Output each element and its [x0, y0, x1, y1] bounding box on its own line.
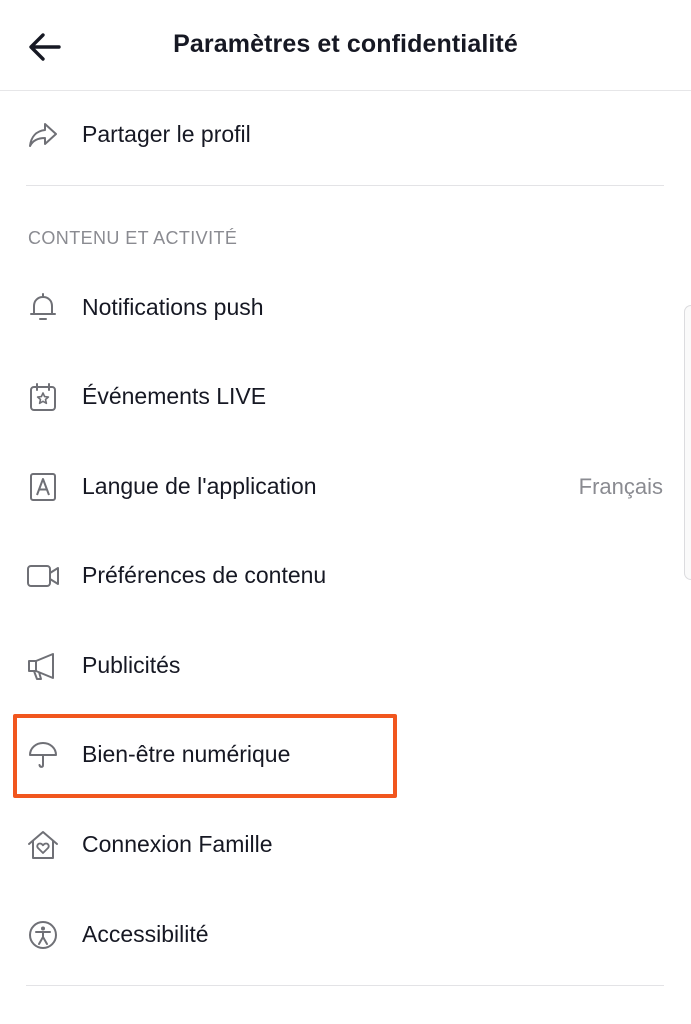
house-heart-icon — [26, 828, 60, 862]
calendar-star-icon — [26, 380, 60, 414]
family-pairing-label: Connexion Famille — [82, 831, 273, 857]
video-camera-icon — [26, 559, 60, 593]
accessibility-item[interactable]: Accessibilité — [0, 903, 691, 967]
app-language-label: Langue de l'application — [82, 473, 317, 499]
bell-icon — [26, 291, 60, 325]
settings-screen: Paramètres et confidentialité Partager l… — [0, 0, 691, 1024]
accessibility-label: Accessibilité — [82, 921, 209, 947]
push-notifications-label: Notifications push — [82, 294, 264, 320]
push-notifications-item[interactable]: Notifications push — [0, 276, 691, 340]
divider — [26, 985, 664, 986]
family-pairing-item[interactable]: Connexion Famille — [0, 813, 691, 877]
content-preferences-item[interactable]: Préférences de contenu — [0, 544, 691, 608]
megaphone-icon — [26, 649, 60, 683]
app-language-item[interactable]: Langue de l'application Français — [0, 455, 691, 519]
live-events-item[interactable]: Événements LIVE — [0, 365, 691, 429]
app-language-value: Français — [578, 474, 663, 499]
share-arrow-icon — [26, 118, 60, 152]
section-heading-content-activity: CONTENU ET ACTIVITÉ — [28, 228, 238, 248]
top-bar: Paramètres et confidentialité — [0, 0, 691, 91]
page-title: Paramètres et confidentialité — [173, 30, 518, 58]
content-preferences-label: Préférences de contenu — [82, 562, 327, 588]
share-profile-item[interactable]: Partager le profil — [0, 103, 691, 167]
letter-a-icon — [26, 470, 60, 504]
accessibility-icon — [26, 918, 60, 952]
share-profile-label: Partager le profil — [82, 121, 251, 147]
divider — [26, 185, 664, 186]
scrollbar[interactable] — [684, 305, 691, 580]
ads-label: Publicités — [82, 652, 181, 678]
ads-item[interactable]: Publicités — [0, 634, 691, 698]
live-events-label: Événements LIVE — [82, 383, 267, 409]
highlight-box — [13, 714, 397, 798]
